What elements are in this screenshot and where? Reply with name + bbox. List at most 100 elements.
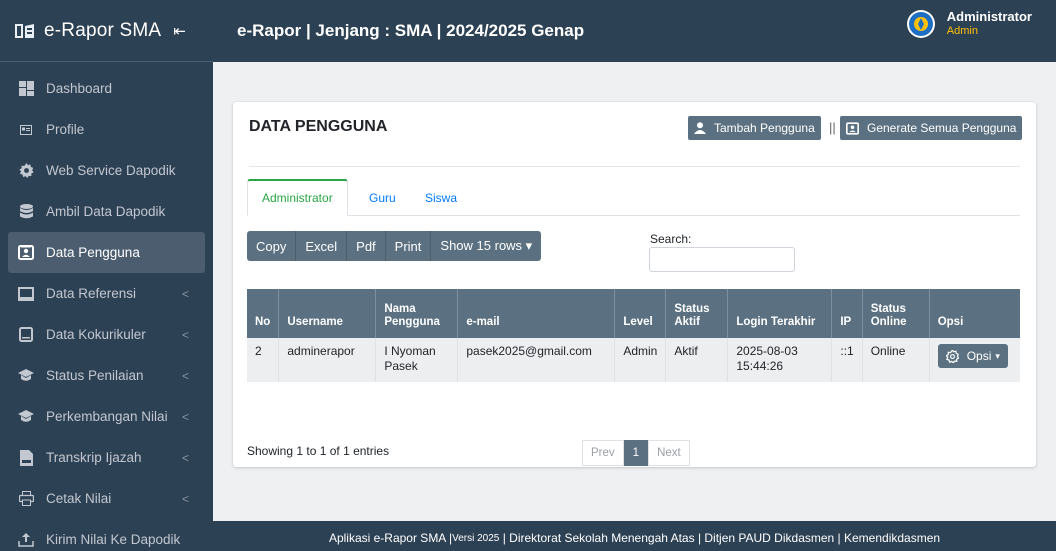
sidebar-item-label: Transkrip Ijazah <box>46 450 142 465</box>
upload-icon <box>18 532 34 548</box>
sidebar-item-label: Data Pengguna <box>46 245 140 260</box>
page-header-title: e-Rapor | Jenjang : SMA | 2024/2025 Gena… <box>237 21 585 40</box>
page-1-button[interactable]: 1 <box>623 440 649 466</box>
column-header-login-terakhir[interactable]: Login Terakhir <box>727 289 833 338</box>
brand-name: e-Rapor SMA <box>44 19 162 41</box>
tut-wuri-logo-icon <box>906 9 935 38</box>
table-info: Showing 1 to 1 of 1 entries <box>247 444 390 458</box>
sidebar-item-data-pengguna[interactable]: Data Pengguna <box>8 232 205 273</box>
cell-opsi: Opsi ▾ <box>929 338 1020 382</box>
monitor-icon <box>18 286 34 302</box>
copy-button[interactable]: Copy <box>247 231 297 261</box>
column-header-nama-pengguna[interactable]: Nama Pengguna <box>375 289 459 338</box>
column-header-username[interactable]: Username <box>278 289 377 338</box>
chevron-left-icon: < <box>181 368 189 383</box>
brand[interactable]: e-Rapor SMA ⇤ <box>0 0 213 62</box>
sidebar-item-label: Dashboard <box>46 81 113 96</box>
brand-logo-icon <box>14 22 36 40</box>
footer-version: Versi 2025 <box>452 532 500 544</box>
collapse-sidebar-icon[interactable]: ⇤ <box>173 22 186 40</box>
cell-email: pasek2025@gmail.com <box>457 338 616 382</box>
cell-status-aktif: Aktif <box>665 338 729 382</box>
sidebar-item-label: Status Penilaian <box>46 368 144 383</box>
opsi-dropdown-button[interactable]: Opsi ▾ <box>937 344 1008 368</box>
user-card-icon <box>18 245 34 261</box>
printer-icon <box>18 491 34 507</box>
column-header-status-aktif[interactable]: Status Aktif <box>665 289 729 338</box>
graduation-cap-icon <box>18 409 34 425</box>
search-input[interactable] <box>649 247 795 272</box>
cell-ip: ::1 <box>831 338 863 382</box>
user-menu[interactable]: Administrator Admin <box>906 9 1032 38</box>
cell-status-online: Online <box>862 338 930 382</box>
table-header-row: No Username Nama Pengguna e-mail Level S… <box>247 289 1020 338</box>
sidebar-item-kirim-nilai[interactable]: Kirim Nilai Ke Dapodik <box>8 519 205 551</box>
button-separator: || <box>829 120 836 135</box>
column-header-opsi[interactable]: Opsi <box>929 289 1020 338</box>
sidebar-nav: Dashboard Profile Web Service Dapodik Am… <box>0 62 213 551</box>
main-content: DATA PENGGUNA Tambah Pengguna || Generat… <box>213 62 1056 521</box>
chevron-left-icon: < <box>181 286 189 301</box>
tab-siswa[interactable]: Siswa <box>411 179 471 216</box>
cell-no: 2 <box>247 338 280 382</box>
data-pengguna-card: DATA PENGGUNA Tambah Pengguna || Generat… <box>233 102 1036 467</box>
sidebar-item-dashboard[interactable]: Dashboard <box>8 68 205 109</box>
database-icon <box>18 204 34 220</box>
pdf-file-icon <box>18 449 34 466</box>
user-icon <box>694 122 706 134</box>
topbar: e-Rapor | Jenjang : SMA | 2024/2025 Gena… <box>213 0 1056 62</box>
tab-administrator[interactable]: Administrator <box>247 179 348 216</box>
cell-login-terakhir: 2025-08-03 15:44:26 <box>727 338 833 382</box>
print-button[interactable]: Print <box>385 231 432 261</box>
sidebar-item-status-penilaian[interactable]: Status Penilaian < <box>8 355 205 396</box>
sidebar-item-data-referensi[interactable]: Data Referensi < <box>8 273 205 314</box>
sidebar-item-label: Data Kokurikuler <box>46 327 146 342</box>
sidebar-item-label: Profile <box>46 122 85 137</box>
opsi-label: Opsi <box>966 348 992 363</box>
user-card-icon <box>846 121 859 135</box>
user-type-tabs: Administrator Guru Siswa <box>247 179 1020 216</box>
sidebar-item-label: Web Service Dapodik <box>46 163 176 178</box>
add-user-label: Tambah Pengguna <box>714 121 815 135</box>
sidebar-item-label: Data Referensi <box>46 286 137 301</box>
sidebar-item-web-service-dapodik[interactable]: Web Service Dapodik <box>8 150 205 191</box>
cell-level: Admin <box>614 338 667 382</box>
generate-all-users-label: Generate Semua Pengguna <box>867 121 1017 135</box>
sidebar-item-label: Cetak Nilai <box>46 491 112 506</box>
chevron-left-icon: < <box>181 450 189 465</box>
generate-all-users-button[interactable]: Generate Semua Pengguna <box>840 116 1023 140</box>
sidebar-item-data-kokurikuler[interactable]: Data Kokurikuler < <box>8 314 205 355</box>
footer: Aplikasi e-Rapor SMA | Versi 2025 | Dire… <box>213 521 1056 551</box>
sidebar-item-perkembangan-nilai[interactable]: Perkembangan Nilai < <box>8 396 205 437</box>
user-role: Admin <box>946 25 978 37</box>
divider <box>249 166 1020 167</box>
column-header-email[interactable]: e-mail <box>457 289 616 338</box>
caret-down-icon: ▾ <box>995 350 1000 361</box>
column-header-ip[interactable]: IP <box>831 289 863 338</box>
sidebar-item-label: Kirim Nilai Ke Dapodik <box>46 532 181 547</box>
tab-guru[interactable]: Guru <box>355 179 410 216</box>
next-page-button[interactable]: Next <box>648 440 690 466</box>
chevron-left-icon: < <box>181 409 189 424</box>
footer-app: Aplikasi e-Rapor SMA | <box>328 531 453 545</box>
table-row: 2 adminerapor I Nyoman Pasek pasek2025@g… <box>247 338 1020 382</box>
excel-button[interactable]: Excel <box>296 231 348 261</box>
chevron-left-icon: < <box>181 327 189 342</box>
sidebar-item-profile[interactable]: Profile <box>8 109 205 150</box>
users-table: No Username Nama Pengguna e-mail Level S… <box>247 289 1020 382</box>
show-rows-dropdown[interactable]: Show 15 rows ▾ <box>431 231 542 261</box>
column-header-level[interactable]: Level <box>614 289 667 338</box>
tablet-icon <box>18 327 34 343</box>
graduation-cap-icon <box>18 368 34 384</box>
sidebar-item-transkrip-ijazah[interactable]: Transkrip Ijazah < <box>8 437 205 478</box>
chevron-left-icon: < <box>181 491 189 506</box>
add-user-button[interactable]: Tambah Pengguna <box>688 116 821 140</box>
sidebar-item-ambil-data-dapodik[interactable]: Ambil Data Dapodik <box>8 191 205 232</box>
prev-page-button[interactable]: Prev <box>582 440 624 466</box>
pdf-button[interactable]: Pdf <box>347 231 386 261</box>
gear-icon <box>18 163 34 179</box>
sidebar-item-cetak-nilai[interactable]: Cetak Nilai < <box>8 478 205 519</box>
user-name: Administrator <box>946 9 1032 24</box>
column-header-no[interactable]: No <box>247 289 280 338</box>
column-header-status-online[interactable]: Status Online <box>862 289 930 338</box>
